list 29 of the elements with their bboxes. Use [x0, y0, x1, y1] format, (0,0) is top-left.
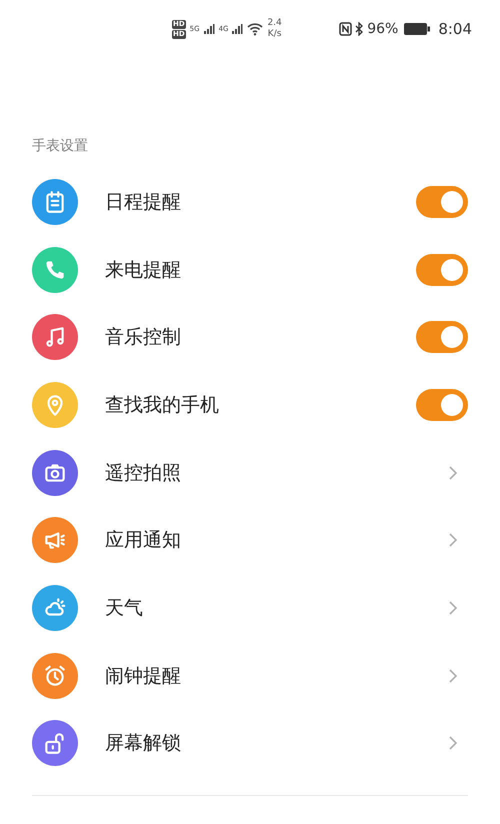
setting-label: 天气	[105, 596, 144, 621]
toggle-switch[interactable]	[416, 254, 468, 286]
setting-label: 屏幕解锁	[105, 731, 182, 756]
chevron-right-icon[interactable]	[448, 532, 458, 548]
chevron-right-icon[interactable]	[448, 735, 458, 752]
chevron-right-icon[interactable]	[448, 464, 458, 481]
section-title: 手表设置	[31, 137, 89, 156]
bluetooth-icon	[355, 22, 364, 36]
signal-icon	[231, 23, 244, 35]
chevron-right-icon[interactable]	[448, 600, 458, 616]
toggle-switch[interactable]	[416, 388, 468, 421]
setting-label: 音乐控制	[105, 325, 182, 350]
battery-percentage: 96%	[367, 21, 398, 37]
setting-label: 闹钟提醒	[105, 664, 182, 689]
wifi-icon	[247, 22, 264, 36]
battery-icon	[404, 23, 430, 35]
setting-label: 来电提醒	[105, 258, 182, 283]
setting-label: 日程提醒	[105, 190, 182, 215]
toggle-switch[interactable]	[416, 186, 468, 218]
setting-label: 查找我的手机	[105, 392, 220, 418]
speed-unit: K/s	[268, 29, 282, 40]
chevron-right-icon[interactable]	[448, 668, 458, 684]
signal-icon	[202, 23, 215, 35]
network-speed: 2.4	[267, 18, 282, 29]
toggle-switch[interactable]	[416, 321, 468, 354]
nfc-icon	[339, 22, 352, 36]
clock-time: 8:04	[438, 20, 472, 38]
setting-label: 应用通知	[105, 528, 182, 554]
setting-label: 遥控拍照	[105, 460, 182, 486]
